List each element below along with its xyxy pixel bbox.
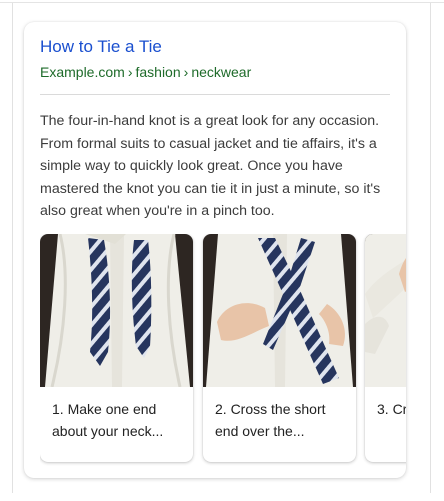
shirt-tie-crossing-image bbox=[203, 234, 356, 387]
step-caption-2: 2. Cross the short end over the... bbox=[215, 401, 326, 439]
breadcrumb-page: neckwear bbox=[191, 64, 252, 80]
shirt-tie-adjusting-image bbox=[365, 234, 406, 387]
divider bbox=[40, 94, 390, 95]
step-card-2[interactable]: 2. Cross the short end over the... bbox=[203, 234, 356, 462]
result-title-link[interactable]: How to Tie a Tie bbox=[40, 37, 162, 57]
breadcrumb-section: fashion bbox=[135, 64, 181, 80]
step-caption-3: 3. Cross your b bbox=[377, 401, 406, 417]
how-to-result-card: How to Tie a Tie Example.com › fashion › nec… bbox=[24, 22, 406, 478]
result-snippet: The four-in-hand knot is a great look fo… bbox=[40, 113, 381, 220]
step-caption-1: 1. Make one end about your neck... bbox=[52, 401, 164, 439]
breadcrumb[interactable]: Example.com › fashion › neckwear bbox=[40, 64, 251, 80]
shirt-tie-hanging-image bbox=[40, 234, 193, 387]
breadcrumb-domain: Example.com bbox=[40, 64, 125, 80]
breadcrumb-separator: › bbox=[127, 64, 133, 80]
steps-carousel[interactable]: 1. Make one end about your neck... 2. Cr… bbox=[40, 234, 406, 466]
breadcrumb-separator: › bbox=[183, 64, 189, 80]
step-card-3[interactable]: 3. Cross your b bbox=[365, 234, 406, 462]
step-card-1[interactable]: 1. Make one end about your neck... bbox=[40, 234, 193, 462]
